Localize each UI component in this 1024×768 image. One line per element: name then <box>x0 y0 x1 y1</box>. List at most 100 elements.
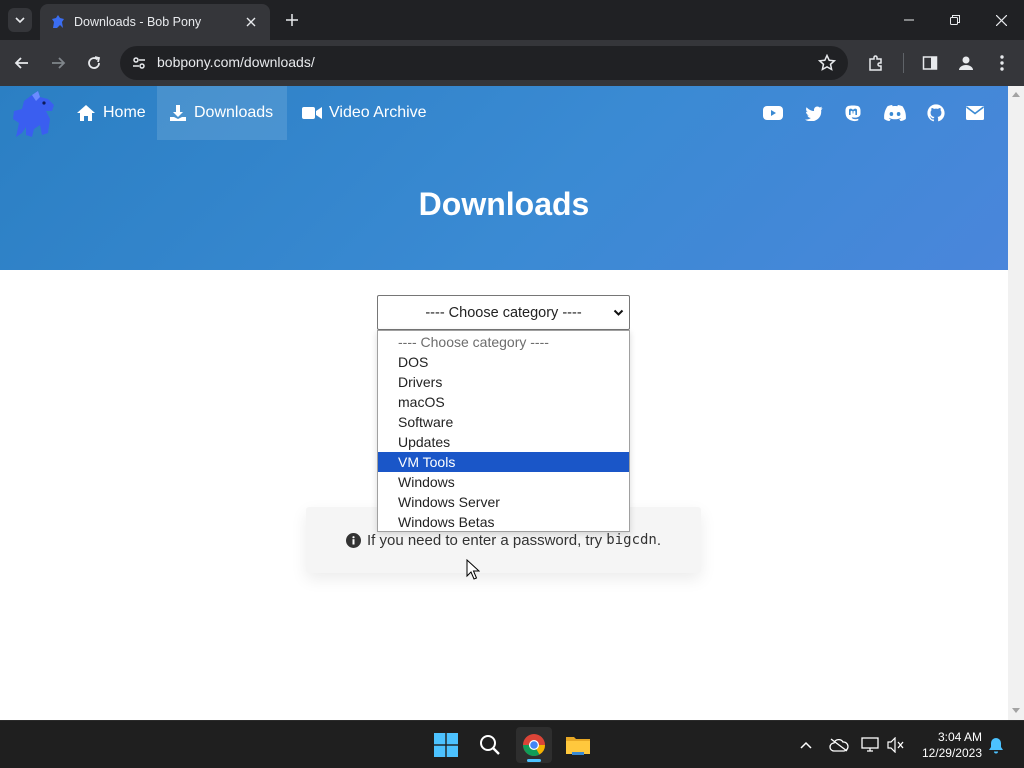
info-suffix: . <box>656 531 662 549</box>
option-vm-tools[interactable]: VM Tools <box>378 452 629 472</box>
option-windows-betas[interactable]: Windows Betas <box>378 512 629 532</box>
email-link[interactable] <box>964 103 986 123</box>
network-tray[interactable] <box>859 734 881 756</box>
mastodon-link[interactable] <box>842 103 864 123</box>
new-tab-button[interactable] <box>280 8 304 32</box>
scroll-down-arrow-icon[interactable] <box>1012 708 1020 713</box>
pony-favicon-icon <box>50 14 66 30</box>
nav-downloads[interactable]: Downloads <box>157 86 287 140</box>
forward-button[interactable] <box>44 49 72 77</box>
restore-icon <box>950 15 960 25</box>
category-dropdown-list: ---- Choose category ---- DOS Drivers ma… <box>377 330 630 532</box>
onedrive-tray[interactable] <box>828 734 850 756</box>
active-app-indicator <box>527 759 541 762</box>
browser-toolbar: bobpony.com/downloads/ <box>0 40 1024 86</box>
twitter-icon <box>805 105 823 121</box>
discord-icon <box>884 105 906 121</box>
plus-icon <box>286 14 298 26</box>
info-circle-icon <box>345 532 361 548</box>
nav-downloads-label: Downloads <box>194 104 274 121</box>
speaker-muted-icon <box>887 737 904 753</box>
download-icon <box>170 105 186 121</box>
bell-icon <box>989 737 1003 753</box>
bob-pony-logo-icon[interactable] <box>10 89 62 139</box>
reload-button[interactable] <box>80 49 108 77</box>
minimize-icon <box>904 19 914 21</box>
email-icon <box>966 106 984 120</box>
youtube-icon <box>763 106 783 120</box>
start-button[interactable] <box>428 727 464 763</box>
close-icon <box>995 14 1007 26</box>
info-text: If you need to enter a password, try <box>366 531 603 549</box>
option-choose-category[interactable]: ---- Choose category ---- <box>378 332 629 352</box>
hero-banner: Home Downloads Video Archive Downloads <box>0 86 1008 270</box>
option-windows[interactable]: Windows <box>378 472 629 492</box>
site-settings-icon[interactable] <box>128 52 150 74</box>
address-bar[interactable]: bobpony.com/downloads/ <box>120 46 848 80</box>
side-panel-button[interactable] <box>916 49 944 77</box>
notifications-button[interactable] <box>985 734 1007 756</box>
option-macos[interactable]: macOS <box>378 392 629 412</box>
close-tab-icon[interactable] <box>242 13 260 31</box>
tab-title: Downloads - Bob Pony <box>74 15 202 29</box>
cloud-off-icon <box>829 738 849 752</box>
nav-home-label: Home <box>103 104 146 121</box>
category-select-value: ---- Choose category ---- <box>425 304 582 321</box>
taskbar-chrome[interactable] <box>516 727 552 763</box>
toolbar-divider <box>903 53 904 73</box>
browser-menu-button[interactable] <box>988 49 1016 77</box>
chevron-down-icon <box>15 17 25 24</box>
chevron-up-icon <box>800 741 812 749</box>
github-link[interactable] <box>925 103 947 123</box>
close-window-button[interactable] <box>978 0 1024 40</box>
category-select[interactable]: ---- Choose category ---- <box>377 295 630 330</box>
bookmark-star-icon[interactable] <box>816 52 838 74</box>
github-icon <box>927 104 945 122</box>
option-dos[interactable]: DOS <box>378 352 629 372</box>
option-windows-server[interactable]: Windows Server <box>378 492 629 512</box>
nav-home[interactable]: Home <box>64 86 158 140</box>
page-scrollbar[interactable] <box>1008 86 1024 720</box>
taskbar-file-explorer[interactable] <box>560 727 596 763</box>
url-text[interactable]: bobpony.com/downloads/ <box>157 54 315 70</box>
volume-tray[interactable] <box>885 734 907 756</box>
tab-strip: Downloads - Bob Pony <box>0 0 1024 40</box>
option-software[interactable]: Software <box>378 412 629 432</box>
twitter-link[interactable] <box>803 103 825 123</box>
mastodon-icon <box>845 105 861 121</box>
taskbar-clock[interactable]: 3:04 AM 12/29/2023 <box>912 729 982 761</box>
profile-button[interactable] <box>952 49 980 77</box>
windows-logo-icon <box>434 733 458 757</box>
option-updates[interactable]: Updates <box>378 432 629 452</box>
tab-search-button[interactable] <box>8 8 32 32</box>
home-icon <box>77 105 95 121</box>
search-icon <box>480 735 500 755</box>
browser-tab[interactable]: Downloads - Bob Pony <box>40 4 270 40</box>
side-panel-icon <box>922 56 938 70</box>
arrow-right-icon <box>52 57 66 69</box>
taskbar-search-button[interactable] <box>472 727 508 763</box>
monitor-icon <box>861 737 879 752</box>
reload-icon <box>88 56 101 69</box>
minimize-button[interactable] <box>886 0 932 40</box>
profile-icon <box>959 56 973 70</box>
folder-icon <box>566 737 590 755</box>
clock-time: 3:04 AM <box>937 730 982 744</box>
clock-date: 12/29/2023 <box>921 746 982 760</box>
site-navbar: Home Downloads Video Archive <box>0 86 1008 140</box>
scroll-up-arrow-icon[interactable] <box>1012 92 1020 97</box>
back-button[interactable] <box>8 49 36 77</box>
option-drivers[interactable]: Drivers <box>378 372 629 392</box>
restore-button[interactable] <box>932 0 978 40</box>
nav-video-archive[interactable]: Video Archive <box>290 86 439 140</box>
video-camera-icon <box>302 107 322 119</box>
page-title: Downloads <box>418 186 590 222</box>
windows-taskbar: 3:04 AM 12/29/2023 <box>0 720 1024 768</box>
youtube-link[interactable] <box>762 103 784 123</box>
discord-link[interactable] <box>882 103 908 123</box>
extensions-button[interactable] <box>862 49 890 77</box>
arrow-left-icon <box>14 57 28 69</box>
page-viewport: Home Downloads Video Archive Downloads -… <box>0 86 1008 720</box>
show-hidden-icons-button[interactable] <box>795 734 817 756</box>
mouse-cursor-icon <box>466 559 480 580</box>
